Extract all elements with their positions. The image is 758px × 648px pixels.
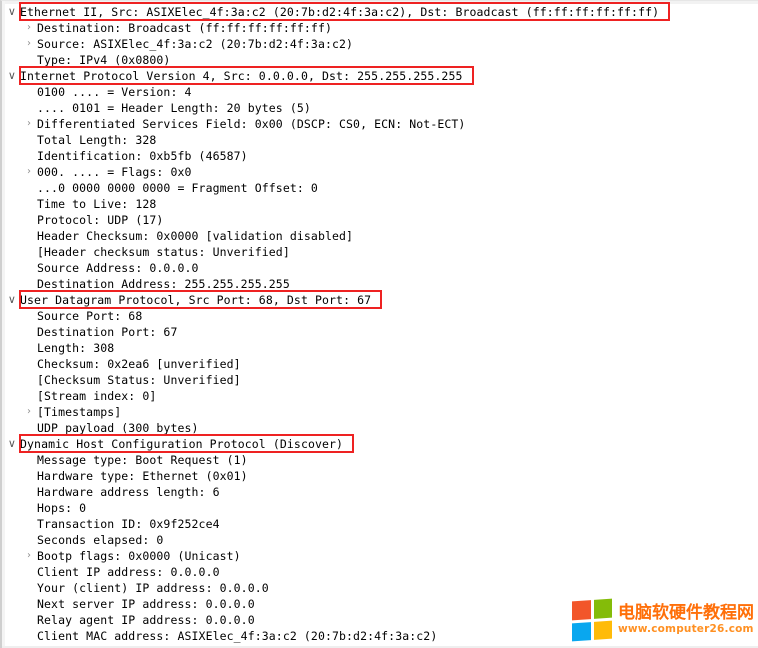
tree-row-label: Header Checksum: 0x0000 [validation disa…	[37, 229, 354, 243]
tree-row-label: ...0 0000 0000 0000 = Fragment Offset: 0	[37, 181, 318, 195]
tree-row-label: Client IP address: 0.0.0.0	[37, 565, 220, 579]
field-ip-version[interactable]: 0100 .... = Version: 4	[2, 84, 758, 100]
tree-row-label: Relay agent IP address: 0.0.0.0	[37, 613, 255, 627]
chevron-down-icon[interactable]: ∨	[6, 68, 18, 84]
tree-row-label: Message type: Boot Request (1)	[37, 453, 248, 467]
tree-row-label: Destination Port: 67	[37, 325, 178, 339]
field-udp-checksum[interactable]: Checksum: 0x2ea6 [unverified]	[2, 356, 758, 372]
field-eth-destination[interactable]: › Destination: Broadcast (ff:ff:ff:ff:ff:…	[2, 20, 758, 36]
tree-row-label: Protocol: UDP (17)	[37, 213, 164, 227]
tree-row-label: [Header checksum status: Unverified]	[37, 245, 290, 259]
field-eth-type[interactable]: Type: IPv4 (0x0800)	[2, 52, 758, 68]
tree-row-label: Ethernet II, Src: ASIXElec_4f:3a:c2 (20:…	[20, 5, 660, 19]
protocol-ethernet-ii[interactable]: ∨ Ethernet II, Src: ASIXElec_4f:3a:c2 (20…	[2, 4, 758, 20]
field-ip-ttl[interactable]: Time to Live: 128	[2, 196, 758, 212]
chevron-right-icon[interactable]: ›	[23, 548, 35, 564]
field-eth-source[interactable]: › Source: ASIXElec_4f:3a:c2 (20:7b:d2:4f:…	[2, 36, 758, 52]
field-ip-header-length[interactable]: .... 0101 = Header Length: 20 bytes (5)	[2, 100, 758, 116]
field-udp-payload[interactable]: UDP payload (300 bytes)	[2, 420, 758, 436]
chevron-right-icon[interactable]: ›	[23, 20, 35, 36]
field-ip-flags[interactable]: › 000. .... = Flags: 0x0	[2, 164, 758, 180]
protocol-dhcp[interactable]: ∨ Dynamic Host Configuration Protocol (Di…	[2, 436, 758, 452]
chevron-down-icon[interactable]: ∨	[6, 292, 18, 308]
field-udp-length[interactable]: Length: 308	[2, 340, 758, 356]
tree-row-label: Differentiated Services Field: 0x00 (DSC…	[37, 117, 466, 131]
tree-row-label: Dynamic Host Configuration Protocol (Dis…	[20, 437, 344, 451]
field-dhcp-message-type[interactable]: Message type: Boot Request (1)	[2, 452, 758, 468]
chevron-right-icon[interactable]: ›	[23, 36, 35, 52]
tree-row-label: Hardware type: Ethernet (0x01)	[37, 469, 248, 483]
tree-row-label: [Stream index: 0]	[37, 389, 157, 403]
field-dhcp-hardware-type[interactable]: Hardware type: Ethernet (0x01)	[2, 468, 758, 484]
chevron-right-icon[interactable]: ›	[23, 116, 35, 132]
site-watermark: 电脑软硬件教程网 www.computer26.com	[572, 598, 754, 642]
field-udp-timestamps[interactable]: › [Timestamps]	[2, 404, 758, 420]
tree-row-label: Source: ASIXElec_4f:3a:c2 (20:7b:d2:4f:3…	[37, 37, 354, 51]
tree-row-label: Hardware address length: 6	[37, 485, 220, 499]
tree-row-label: UDP payload (300 bytes)	[37, 421, 199, 435]
field-ip-source-address[interactable]: Source Address: 0.0.0.0	[2, 260, 758, 276]
field-udp-checksum-status[interactable]: [Checksum Status: Unverified]	[2, 372, 758, 388]
field-ip-header-checksum-status[interactable]: [Header checksum status: Unverified]	[2, 244, 758, 260]
packet-details-pane[interactable]: ∨ Ethernet II, Src: ASIXElec_4f:3a:c2 (20…	[0, 0, 758, 648]
field-dhcp-hops[interactable]: Hops: 0	[2, 500, 758, 516]
watermark-url: www.computer26.com	[618, 623, 754, 636]
tree-row-label: Your (client) IP address: 0.0.0.0	[37, 581, 269, 595]
tree-row-label: Transaction ID: 0x9f252ce4	[37, 517, 220, 531]
tree-row-label: Total Length: 328	[37, 133, 157, 147]
chevron-right-icon[interactable]: ›	[23, 404, 35, 420]
chevron-down-icon[interactable]: ∨	[6, 4, 18, 20]
field-ip-header-checksum[interactable]: Header Checksum: 0x0000 [validation disa…	[2, 228, 758, 244]
tree-row-label: Bootp flags: 0x0000 (Unicast)	[37, 549, 241, 563]
field-dhcp-bootp-flags[interactable]: › Bootp flags: 0x0000 (Unicast)	[2, 548, 758, 564]
tree-row-label: Identification: 0xb5fb (46587)	[37, 149, 248, 163]
tree-row-label: Checksum: 0x2ea6 [unverified]	[37, 357, 241, 371]
tree-row-label: Seconds elapsed: 0	[37, 533, 164, 547]
chevron-right-icon[interactable]: ›	[23, 164, 35, 180]
field-dhcp-transaction-id[interactable]: Transaction ID: 0x9f252ce4	[2, 516, 758, 532]
field-dhcp-hardware-address-length[interactable]: Hardware address length: 6	[2, 484, 758, 500]
tree-row-label: .... 0101 = Header Length: 20 bytes (5)	[37, 101, 311, 115]
field-udp-destination-port[interactable]: Destination Port: 67	[2, 324, 758, 340]
tree-row-label: Length: 308	[37, 341, 115, 355]
tree-row-label: 0100 .... = Version: 4	[37, 85, 192, 99]
field-dhcp-client-ip[interactable]: Client IP address: 0.0.0.0	[2, 564, 758, 580]
tree-row-label: [Checksum Status: Unverified]	[37, 373, 241, 387]
tree-row-label: 000. .... = Flags: 0x0	[37, 165, 192, 179]
watermark-site-name: 电脑软硬件教程网	[618, 602, 754, 623]
field-ip-destination-address[interactable]: Destination Address: 255.255.255.255	[2, 276, 758, 292]
tree-row-label: Destination: Broadcast (ff:ff:ff:ff:ff:f…	[37, 21, 332, 35]
field-ip-fragment-offset[interactable]: ...0 0000 0000 0000 = Fragment Offset: 0	[2, 180, 758, 196]
tree-row-label: Type: IPv4 (0x0800)	[37, 53, 171, 67]
protocol-ipv4[interactable]: ∨ Internet Protocol Version 4, Src: 0.0.0…	[2, 68, 758, 84]
field-ip-identification[interactable]: Identification: 0xb5fb (46587)	[2, 148, 758, 164]
field-ip-protocol[interactable]: Protocol: UDP (17)	[2, 212, 758, 228]
windows-logo-icon	[572, 598, 612, 642]
chevron-down-icon[interactable]: ∨	[6, 436, 18, 452]
protocol-udp[interactable]: ∨ User Datagram Protocol, Src Port: 68, D…	[2, 292, 758, 308]
tree-row-label: Next server IP address: 0.0.0.0	[37, 597, 255, 611]
tree-row-label: Internet Protocol Version 4, Src: 0.0.0.…	[20, 69, 463, 83]
tree-row-label: Time to Live: 128	[37, 197, 157, 211]
watermark-text: 电脑软硬件教程网 www.computer26.com	[618, 602, 754, 636]
tree-row-label: Hops: 0	[37, 501, 87, 515]
field-dhcp-seconds-elapsed[interactable]: Seconds elapsed: 0	[2, 532, 758, 548]
tree-row-label: User Datagram Protocol, Src Port: 68, Ds…	[20, 293, 372, 307]
field-ip-dsfield[interactable]: › Differentiated Services Field: 0x00 (DS…	[2, 116, 758, 132]
field-udp-source-port[interactable]: Source Port: 68	[2, 308, 758, 324]
tree-row-label: [Timestamps]	[37, 405, 122, 419]
tree-row-label: Source Address: 0.0.0.0	[37, 261, 199, 275]
field-dhcp-your-client-ip[interactable]: Your (client) IP address: 0.0.0.0	[2, 580, 758, 596]
tree-row-label: Destination Address: 255.255.255.255	[37, 277, 290, 291]
tree-row-label: Client MAC address: ASIXElec_4f:3a:c2 (2…	[37, 629, 438, 643]
field-ip-total-length[interactable]: Total Length: 328	[2, 132, 758, 148]
tree-row-label: Source Port: 68	[37, 309, 143, 323]
field-udp-stream-index[interactable]: [Stream index: 0]	[2, 388, 758, 404]
